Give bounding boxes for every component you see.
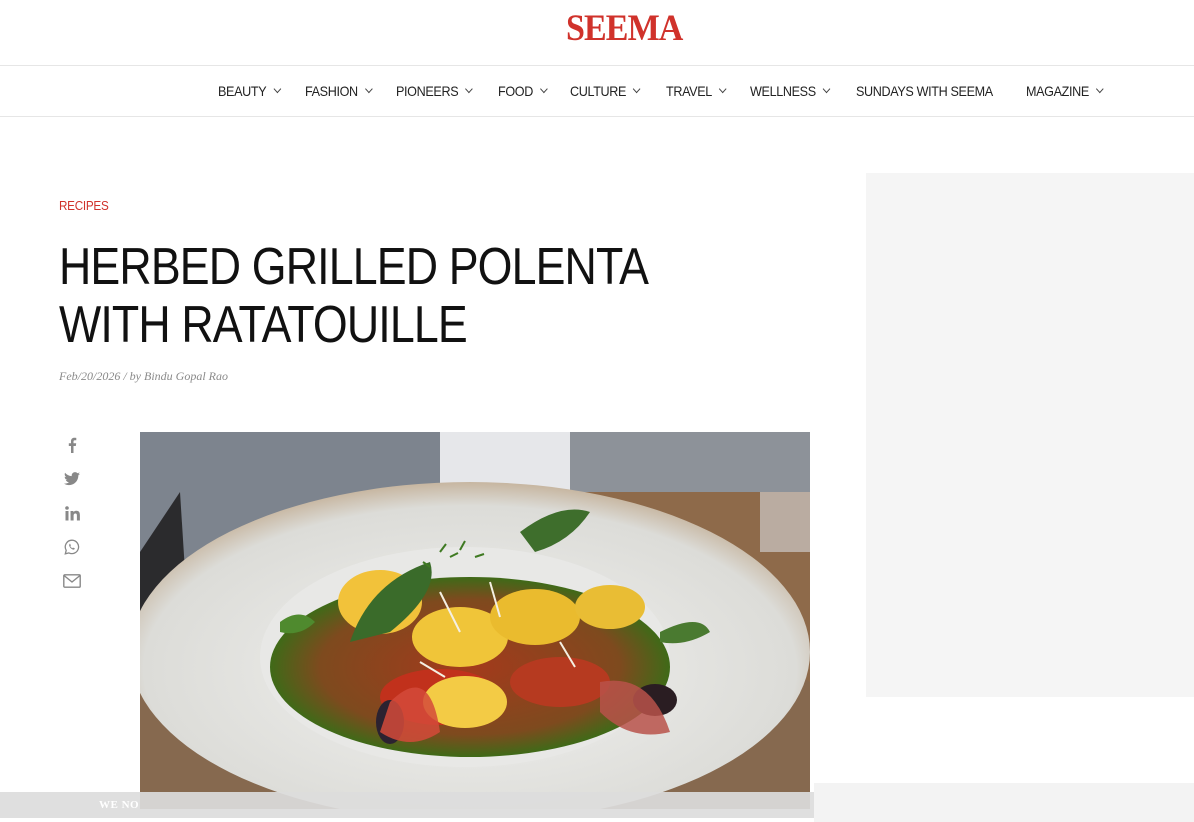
nav-item-culture[interactable]: CULTURE [570, 66, 641, 116]
site-logo[interactable]: SEEMA [566, 8, 683, 50]
nav-item-pioneers[interactable]: PIONEERS [396, 66, 474, 116]
chevron-down-icon [718, 84, 727, 94]
chevron-down-icon [1095, 84, 1104, 94]
linkedin-icon[interactable] [61, 502, 83, 524]
cookie-notice-panel [814, 783, 1194, 822]
header: SEEMA [0, 0, 1194, 66]
nav-label: WELLNESS [749, 83, 816, 99]
chevron-down-icon [822, 84, 830, 94]
nav-label: TRAVEL [665, 83, 712, 99]
nav-label: MAGAZINE [1025, 83, 1089, 99]
facebook-icon[interactable] [61, 434, 83, 456]
share-bar [61, 434, 83, 604]
chevron-down-icon [364, 84, 373, 94]
chevron-down-icon [633, 84, 641, 94]
nav-item-magazine[interactable]: MAGAZINE [1025, 66, 1104, 116]
nav-item-beauty[interactable]: BEAUTY [218, 66, 281, 116]
chevron-down-icon [540, 84, 549, 94]
chevron-down-icon [273, 84, 281, 94]
sidebar-ad-placeholder [866, 173, 1194, 697]
category-link[interactable]: RECIPES [59, 198, 109, 213]
email-icon[interactable] [61, 570, 83, 592]
polenta-dish-illustration [140, 432, 810, 809]
nav-item-sundays-with-seema[interactable]: SUNDAYS WITH SEEMA [856, 66, 993, 116]
nav-item-fashion[interactable]: FASHION [304, 66, 373, 116]
nav-label: PIONEERS [396, 83, 459, 99]
nav-label: BEAUTY [218, 83, 267, 99]
nav-list: BEAUTY FASHION PIONEERS FOOD CULTURE TRA… [218, 66, 1129, 116]
article-hero-image [140, 432, 810, 809]
nav-item-travel[interactable]: TRAVEL [665, 66, 727, 116]
main-nav: BEAUTY FASHION PIONEERS FOOD CULTURE TRA… [0, 66, 1194, 117]
twitter-icon[interactable] [61, 468, 83, 490]
nav-label: FASHION [304, 83, 358, 99]
nav-label: FOOD [498, 83, 534, 99]
article-title: HERBED GRILLED POLENTA WITH RATATOUILLE [59, 238, 647, 354]
nav-label: SUNDAYS WITH SEEMA [855, 83, 993, 99]
chevron-down-icon [465, 84, 474, 94]
nav-item-wellness[interactable]: WELLNESS [749, 66, 830, 116]
nav-label: CULTURE [570, 83, 627, 99]
nav-item-food[interactable]: FOOD [498, 66, 549, 116]
whatsapp-icon[interactable] [61, 536, 83, 558]
cookie-notice-text: WE NO [99, 799, 140, 811]
article-meta: Feb/20/2026 / by Bindu Gopal Rao [59, 369, 228, 383]
